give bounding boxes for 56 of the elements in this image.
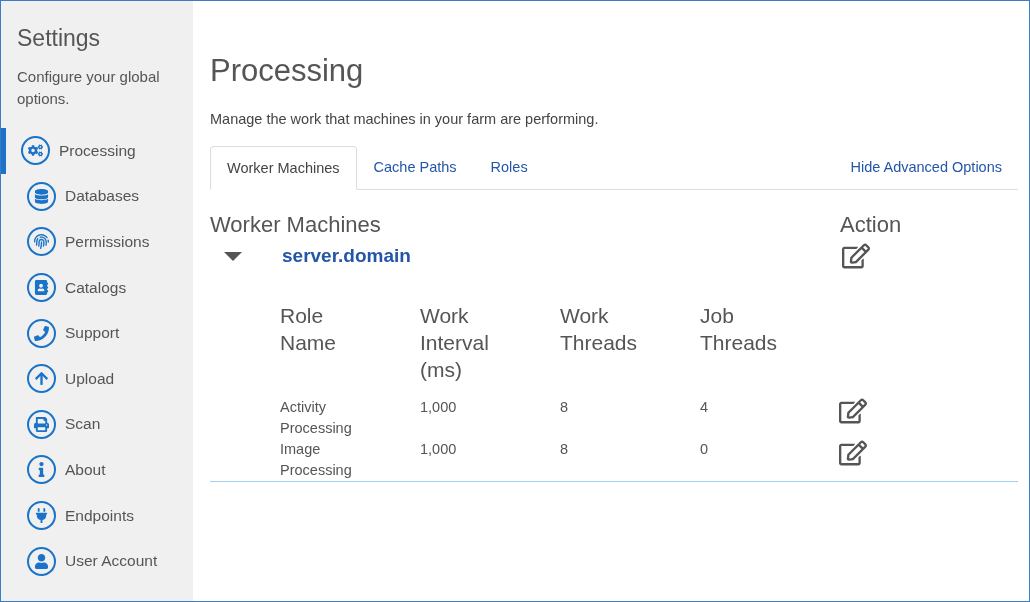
sidebar-item-label: Scan xyxy=(65,415,101,434)
table-cell-text: Activity Processing xyxy=(280,398,353,438)
table-cell-text: 4 xyxy=(700,398,710,417)
page-description: Manage the work that machines in your farm are performing. xyxy=(210,111,600,127)
role-column-header: Work Interval (ms) xyxy=(420,303,490,383)
sidebar-item-label: Processing xyxy=(59,141,136,160)
hide-advanced-options-link[interactable]: Hide Advanced Options xyxy=(850,159,1002,175)
sidebar-item[interactable]: Permissions xyxy=(1,219,193,265)
table-cell-text: 0 xyxy=(700,440,710,459)
sidebar-item[interactable]: Support xyxy=(1,310,193,356)
sidebar-item-label: Upload xyxy=(65,369,115,388)
sidebar-item[interactable]: About xyxy=(1,447,193,493)
expand-caret-icon[interactable] xyxy=(224,251,242,261)
role-column-header: Role Name xyxy=(280,303,338,356)
page-title: Processing xyxy=(210,53,365,89)
edit-icon[interactable] xyxy=(839,439,867,467)
database-icon xyxy=(27,181,56,211)
sidebar-item[interactable]: Processing xyxy=(1,128,193,174)
sidebar-item-label: Catalogs xyxy=(65,278,127,297)
machine-name-link[interactable]: server.domain xyxy=(282,245,842,267)
sidebar-item[interactable]: Catalogs xyxy=(1,264,193,311)
sidebar-item[interactable]: Databases xyxy=(1,173,193,220)
table-cell-text: 8 xyxy=(560,398,570,417)
contact-book-icon xyxy=(27,273,56,303)
sidebar-item[interactable]: Scan xyxy=(1,401,193,448)
column-header: Action xyxy=(840,212,902,238)
sidebar-item-label: Databases xyxy=(65,187,140,206)
tab[interactable]: Worker Machines xyxy=(210,146,357,190)
tab[interactable]: Cache Paths xyxy=(356,145,474,189)
role-column-header: Work Threads xyxy=(560,303,639,356)
sidebar-item[interactable]: Upload xyxy=(1,355,193,402)
sidebar-subtitle: Configure your global options. xyxy=(17,67,161,109)
printer-icon xyxy=(27,409,56,439)
table-cell-text: 1,000 xyxy=(420,398,458,417)
table-cell-text: 8 xyxy=(560,440,570,459)
table-cell-text: 1,000 xyxy=(420,440,458,459)
edit-icon[interactable] xyxy=(839,397,867,425)
phone-icon xyxy=(27,318,56,348)
sidebar-item[interactable]: Endpoints xyxy=(1,492,193,539)
sidebar-title: Settings xyxy=(17,25,102,52)
sidebar-item-label: Permissions xyxy=(65,233,150,251)
tab[interactable]: Roles xyxy=(473,145,545,189)
column-header: Worker Machines xyxy=(210,212,382,238)
user-icon xyxy=(27,546,56,576)
gears-icon xyxy=(21,136,50,166)
sidebar-item-label: Support xyxy=(65,324,120,343)
sidebar-item-label: Endpoints xyxy=(65,506,134,525)
sidebar-item-label: User Account xyxy=(65,552,158,571)
sidebar-item[interactable]: User Account xyxy=(1,538,193,584)
role-column-header: Job Threads xyxy=(700,303,779,356)
plug-icon xyxy=(27,501,56,531)
table-cell-text: Image Processing xyxy=(280,440,353,480)
edit-icon[interactable] xyxy=(842,242,870,270)
info-icon xyxy=(27,455,56,485)
sidebar-item-label: About xyxy=(65,460,106,479)
fingerprint-icon xyxy=(27,227,56,257)
